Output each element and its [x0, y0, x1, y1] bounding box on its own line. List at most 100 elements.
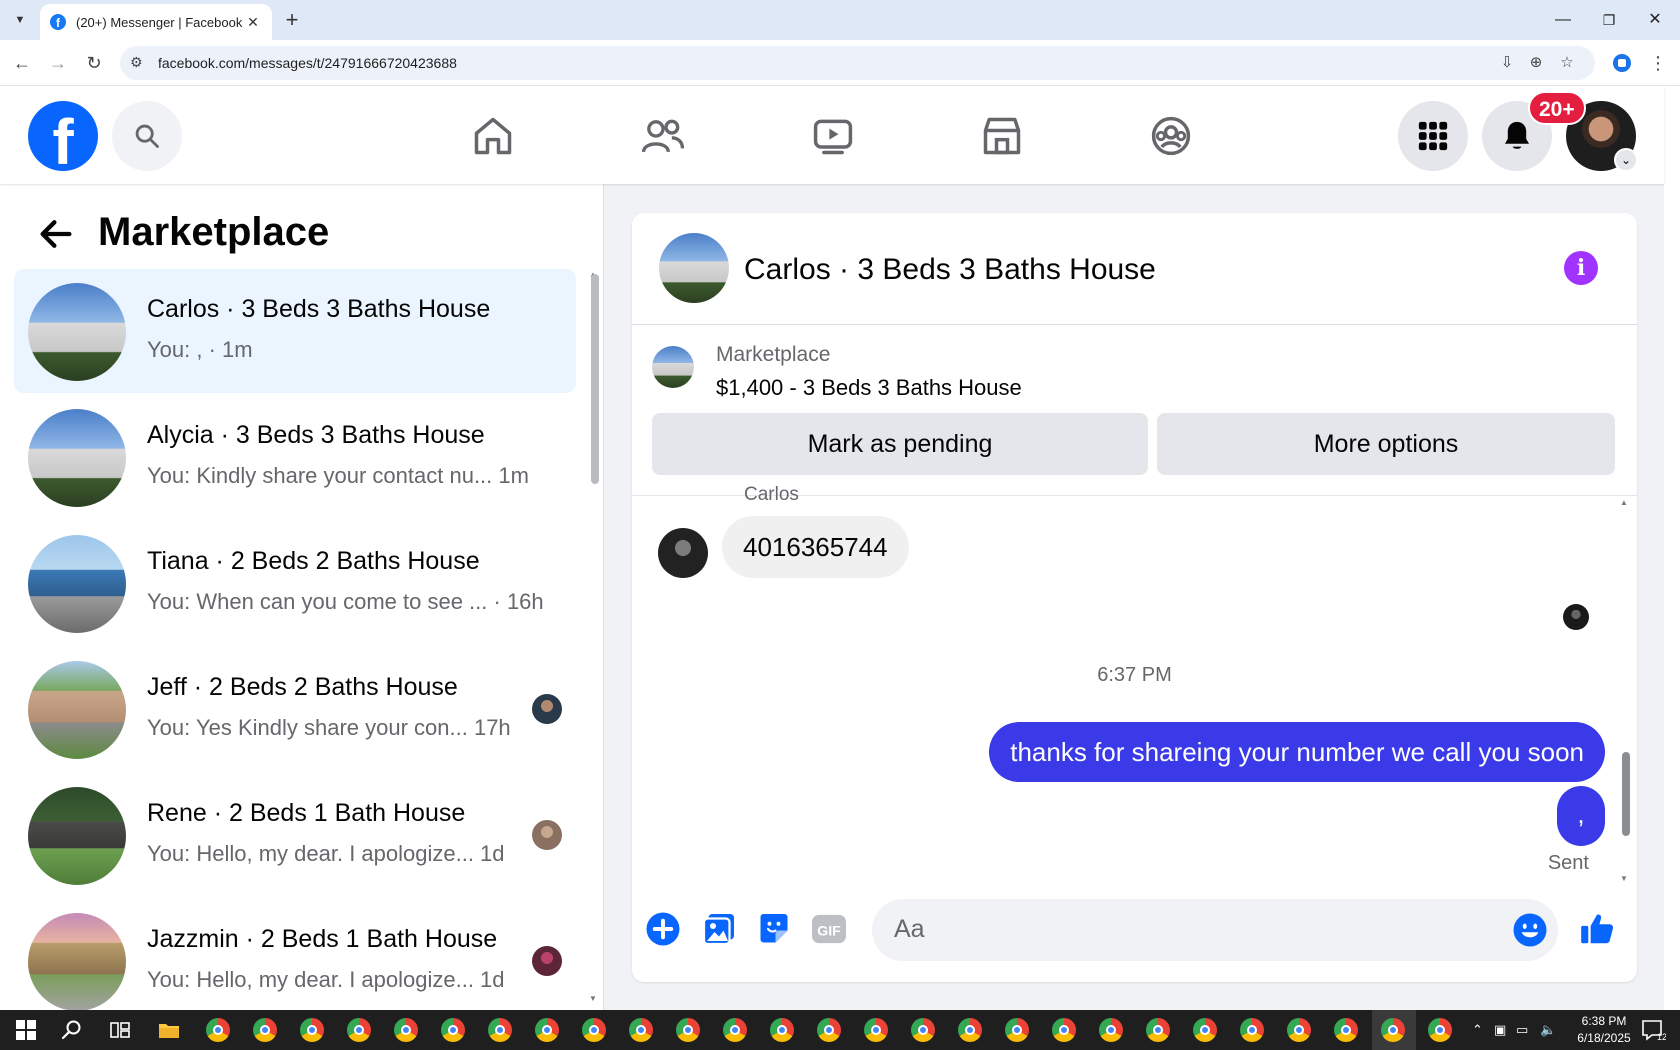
restore-button[interactable]: ❐: [1586, 6, 1632, 34]
conversation-item-jazzmin[interactable]: Jazzmin · 2 Beds 1 Bath House You: Hello…: [14, 899, 576, 1023]
volume-icon[interactable]: 🔈: [1540, 1022, 1556, 1038]
gif-button[interactable]: GIF: [810, 910, 848, 948]
browser-menu-icon[interactable]: ⋮: [1644, 49, 1672, 77]
conversation-item-carlos[interactable]: Carlos · 3 Beds 3 Baths House You: , · 1…: [14, 269, 576, 393]
scroll-down-arrow[interactable]: ▼: [1620, 874, 1628, 883]
reload-button[interactable]: ↻: [80, 49, 108, 77]
chrome-taskbar-icon[interactable]: [300, 1018, 324, 1042]
install-app-icon[interactable]: ⇩: [1496, 52, 1518, 74]
friends-nav-button[interactable]: [637, 110, 689, 162]
scroll-up-arrow[interactable]: ▲: [1620, 498, 1628, 507]
sender-avatar[interactable]: [658, 528, 708, 578]
chrome-taskbar-icon[interactable]: [1428, 1018, 1452, 1042]
file-explorer-icon[interactable]: [157, 1018, 181, 1042]
chrome-taskbar-icon[interactable]: [488, 1018, 512, 1042]
forward-button[interactable]: →: [44, 49, 72, 77]
url-text[interactable]: facebook.com/messages/t/2479166672042368…: [158, 55, 457, 71]
outgoing-message[interactable]: ,: [1557, 786, 1605, 846]
extension-icon[interactable]: [1612, 53, 1632, 73]
chrome-taskbar-icon[interactable]: [1193, 1018, 1217, 1042]
chrome-taskbar-icon[interactable]: [582, 1018, 606, 1042]
new-tab-button[interactable]: +: [280, 6, 304, 34]
chrome-taskbar-icon[interactable]: [1005, 1018, 1029, 1042]
home-nav-button[interactable]: [467, 110, 519, 162]
conversation-list-scrollbar[interactable]: [591, 274, 599, 484]
mark-as-pending-button[interactable]: Mark as pending: [652, 413, 1148, 475]
close-tab-icon[interactable]: ✕: [244, 14, 262, 31]
notification-center-icon[interactable]: 12: [1640, 1018, 1666, 1042]
menu-button[interactable]: [1398, 101, 1468, 171]
tab-search-button[interactable]: ▼: [8, 8, 32, 32]
chrome-taskbar-icon[interactable]: [347, 1018, 371, 1042]
chrome-taskbar-icon[interactable]: [206, 1018, 230, 1042]
browser-tab[interactable]: f (20+) Messenger | Facebook ✕: [40, 4, 272, 40]
chrome-taskbar-icon[interactable]: [817, 1018, 841, 1042]
message-input[interactable]: Aa: [872, 899, 1558, 961]
more-actions-button[interactable]: [644, 910, 682, 948]
search-icon: [135, 124, 159, 148]
video-nav-button[interactable]: [807, 110, 859, 162]
address-bar[interactable]: ⚙ facebook.com/messages/t/24791666720423…: [120, 46, 1595, 80]
listing-price-title[interactable]: $1,400 - 3 Beds 3 Baths House: [716, 375, 1022, 401]
taskbar-search-icon[interactable]: [60, 1018, 84, 1042]
conversation-item-alycia[interactable]: Alycia · 3 Beds 3 Baths House You: Kindl…: [14, 395, 576, 519]
chrome-taskbar-icon[interactable]: [1146, 1018, 1170, 1042]
conversation-list-panel: Marketplace Carlos · 3 Beds 3 Baths Hous…: [0, 184, 604, 1011]
conversation-item-jeff[interactable]: Jeff · 2 Beds 2 Baths House You: Yes Kin…: [14, 647, 576, 771]
chrome-taskbar-icon[interactable]: [911, 1018, 935, 1042]
system-clock[interactable]: 6:38 PM 6/18/2025: [1574, 1013, 1634, 1047]
facebook-favicon-icon: f: [50, 14, 66, 30]
chrome-taskbar-icon[interactable]: [864, 1018, 888, 1042]
chrome-taskbar-icon[interactable]: [1334, 1018, 1358, 1042]
minimize-button[interactable]: —: [1540, 6, 1586, 34]
facebook-logo-icon[interactable]: f: [28, 101, 98, 171]
chrome-taskbar-icon[interactable]: [253, 1018, 277, 1042]
show-hidden-icons[interactable]: ⌃: [1472, 1022, 1483, 1038]
listing-thumbnail[interactable]: [652, 346, 694, 388]
chrome-taskbar-icon[interactable]: [535, 1018, 559, 1042]
conversation-item-rene[interactable]: Rene · 2 Beds 1 Bath House You: Hello, m…: [14, 773, 576, 897]
chrome-taskbar-icon[interactable]: [629, 1018, 653, 1042]
back-arrow-icon[interactable]: [36, 214, 76, 254]
chat-title[interactable]: Carlos · 3 Beds 3 Baths House: [744, 253, 1156, 287]
more-options-button[interactable]: More options: [1157, 413, 1615, 475]
chrome-taskbar-icon[interactable]: [723, 1018, 747, 1042]
conversation-item-tiana[interactable]: Tiana · 2 Beds 2 Baths House You: When c…: [14, 521, 576, 645]
chrome-taskbar-icon[interactable]: [1287, 1018, 1311, 1042]
chrome-taskbar-icon[interactable]: [441, 1018, 465, 1042]
network-icon[interactable]: ▭: [1516, 1022, 1528, 1038]
chrome-taskbar-icon[interactable]: [1052, 1018, 1076, 1042]
chat-window: Carlos · 3 Beds 3 Baths House i Marketpl…: [632, 213, 1637, 982]
site-info-icon[interactable]: ⚙: [130, 54, 143, 71]
chrome-taskbar-icon[interactable]: [958, 1018, 982, 1042]
attach-photo-button[interactable]: [700, 910, 738, 948]
windows-start-icon[interactable]: [14, 1018, 38, 1042]
groups-icon: [1151, 116, 1191, 156]
chrome-taskbar-icon[interactable]: [1099, 1018, 1123, 1042]
search-button[interactable]: [112, 101, 182, 171]
emoji-icon[interactable]: [1512, 912, 1548, 948]
outgoing-message[interactable]: thanks for shareing your number we call …: [989, 722, 1605, 782]
chrome-taskbar-icon[interactable]: [770, 1018, 794, 1042]
chrome-taskbar-icon[interactable]: [1240, 1018, 1264, 1042]
close-window-button[interactable]: ✕: [1632, 6, 1678, 34]
zoom-icon[interactable]: ⊕: [1525, 52, 1547, 74]
send-like-button[interactable]: [1578, 910, 1616, 948]
info-icon[interactable]: i: [1564, 251, 1598, 285]
chrome-taskbar-icon[interactable]: [676, 1018, 700, 1042]
bookmark-star-icon[interactable]: ☆: [1556, 52, 1578, 74]
back-button[interactable]: ←: [8, 49, 36, 77]
incoming-message[interactable]: 4016365744: [722, 516, 909, 578]
meet-now-icon[interactable]: ▣: [1494, 1022, 1506, 1038]
chrome-taskbar-icon[interactable]: [394, 1018, 418, 1042]
scroll-down-arrow[interactable]: ▼: [589, 994, 597, 1003]
gaming-nav-button[interactable]: [1145, 110, 1197, 162]
message-timestamp: 6:37 PM: [1097, 664, 1172, 686]
sticker-button[interactable]: [755, 910, 793, 948]
chevron-down-icon[interactable]: ⌄: [1614, 148, 1638, 172]
marketplace-nav-button[interactable]: [976, 110, 1028, 162]
chrome-taskbar-icon[interactable]: [1381, 1018, 1405, 1042]
chat-avatar[interactable]: [659, 233, 729, 303]
message-scrollbar[interactable]: [1622, 752, 1630, 836]
task-view-icon[interactable]: [108, 1018, 132, 1042]
